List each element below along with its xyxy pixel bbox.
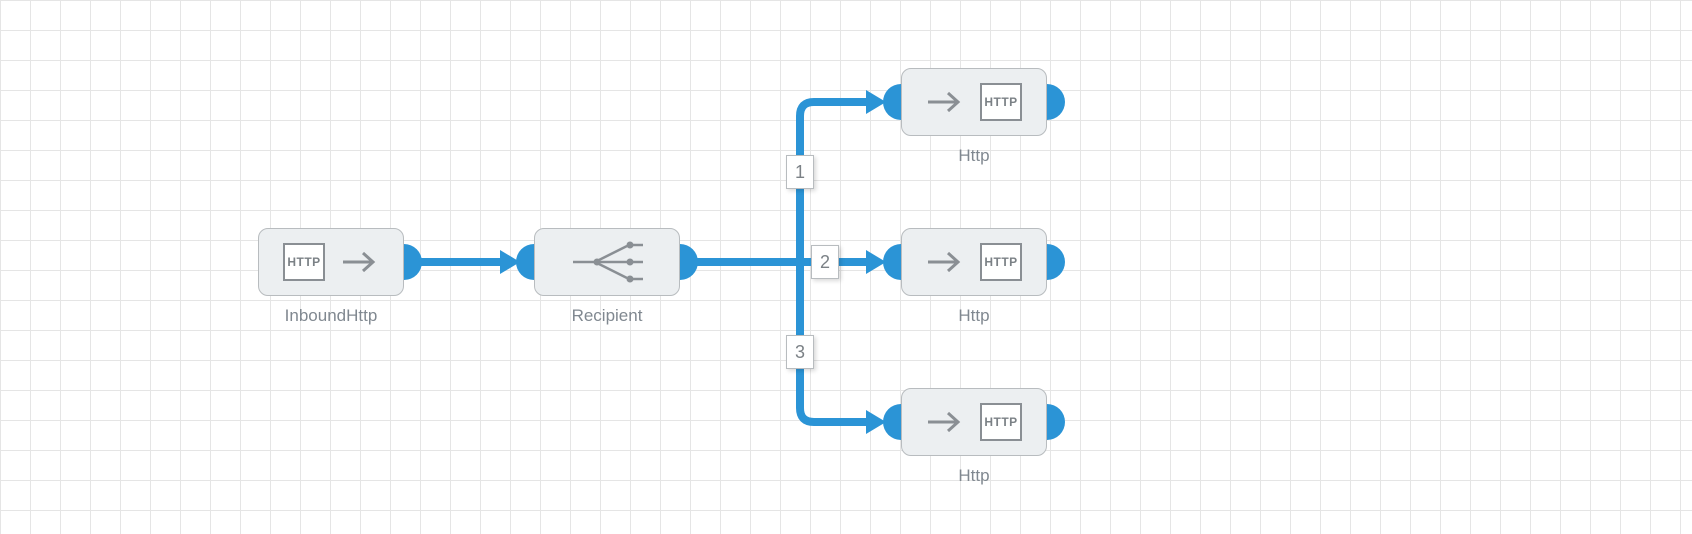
http-icon: HTTP [984,415,1017,429]
node-http-3[interactable]: HTTP [901,388,1047,456]
http-icon: HTTP [287,255,320,269]
port-in-http1 [883,84,901,120]
arrow-right-icon [926,90,964,114]
node-label-inbound: InboundHttp [231,306,431,326]
http-icon: HTTP [984,255,1017,269]
node-label-http-1: Http [874,146,1074,166]
node-recipient[interactable] [534,228,680,296]
http-icon: HTTP [984,95,1017,109]
arrowhead-icon [866,250,886,274]
node-inbound-http[interactable]: HTTP [258,228,404,296]
port-in-recipient [516,244,534,280]
router-split-icon [567,236,647,288]
arrowhead-icon [500,250,520,274]
branch-badge-1[interactable]: 1 [786,155,814,189]
port-out-recipient [680,244,698,280]
port-out-http3 [1047,404,1065,440]
node-label-recipient: Recipient [507,306,707,326]
node-label-http-2: Http [874,306,1074,326]
port-in-http3 [883,404,901,440]
branch-badge-3[interactable]: 3 [786,335,814,369]
arrowhead-icon [866,410,886,434]
node-http-1[interactable]: HTTP [901,68,1047,136]
diagram-canvas[interactable]: HTTP InboundHttp Recipient [0,0,1692,534]
node-label-http-3: Http [874,466,1074,486]
port-out-http2 [1047,244,1065,280]
arrow-right-icon [926,250,964,274]
arrow-right-icon [341,250,379,274]
arrow-right-icon [926,410,964,434]
port-out-http1 [1047,84,1065,120]
node-http-2[interactable]: HTTP [901,228,1047,296]
port-in-http2 [883,244,901,280]
arrowhead-icon [866,90,886,114]
branch-badge-2[interactable]: 2 [811,245,839,279]
port-out-inbound [404,244,422,280]
